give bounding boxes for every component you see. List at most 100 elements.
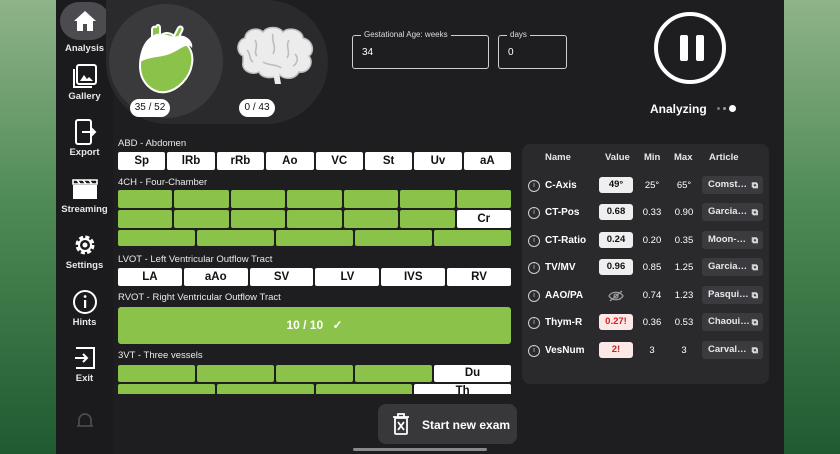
- article-button[interactable]: Moon-… ⧉: [702, 231, 763, 249]
- nav-gallery[interactable]: Gallery: [56, 63, 113, 102]
- analyzing-indicator: [717, 104, 739, 112]
- row-name: TV/MV: [545, 262, 576, 273]
- tvt-cell-th[interactable]: Th: [414, 384, 511, 394]
- nav-analysis[interactable]: Analysis: [56, 2, 113, 54]
- fourch-cell[interactable]: [400, 190, 455, 208]
- row-max: 0.53: [674, 317, 694, 328]
- tvt-cell-du[interactable]: Du: [434, 365, 511, 382]
- row-value-flagged: 2!: [599, 342, 633, 358]
- info-icon[interactable]: i: [528, 180, 540, 192]
- abd-tag[interactable]: lRb: [167, 152, 215, 170]
- tvt-cell[interactable]: [216, 384, 314, 394]
- rvot-progress: 10 / 10: [286, 318, 324, 332]
- nav-analysis-label: Analysis: [64, 43, 105, 54]
- fourch-cell[interactable]: [118, 230, 195, 246]
- measurement-table: Name Value Min Max Article i C-Axis 49° …: [522, 144, 769, 384]
- lvot-tag[interactable]: RV: [447, 268, 511, 286]
- nav-hints-label: Hints: [72, 317, 97, 328]
- article-button[interactable]: Chaoui… ⧉: [702, 313, 763, 331]
- info-icon[interactable]: i: [528, 262, 540, 274]
- brain-count: 0 / 43: [239, 99, 275, 117]
- abd-tag[interactable]: Sp: [118, 152, 166, 170]
- pause-button[interactable]: [654, 12, 726, 84]
- abd-tag[interactable]: St: [364, 152, 413, 170]
- fourch-cell[interactable]: [287, 210, 342, 228]
- tvt-cell[interactable]: [276, 365, 353, 382]
- nav-settings[interactable]: Settings: [56, 232, 113, 271]
- row-name: C-Axis: [545, 180, 577, 191]
- fourch-cell[interactable]: [197, 230, 274, 246]
- gestational-days-field[interactable]: days 0: [498, 30, 567, 69]
- article-button[interactable]: Comst… ⧉: [702, 176, 763, 194]
- row-max: 0.90: [674, 207, 694, 218]
- row-name: Thym-R: [545, 317, 583, 328]
- article-label: Garcia…: [708, 261, 748, 272]
- exit-icon: [72, 345, 98, 371]
- brain-icon[interactable]: [233, 26, 315, 89]
- external-link-icon: ⧉: [751, 317, 758, 327]
- rvot-title: RVOT - Right Ventricular Outflow Tract: [118, 292, 281, 303]
- fourch-cell[interactable]: [343, 190, 399, 208]
- nav-exit[interactable]: Exit: [56, 345, 113, 384]
- gestational-days-label: days: [507, 30, 530, 39]
- article-button[interactable]: Garcia… ⧉: [702, 203, 763, 221]
- lvot-tag[interactable]: aAo: [183, 268, 248, 286]
- fourch-cell[interactable]: [230, 190, 286, 208]
- streaming-icon: [71, 176, 98, 202]
- info-icon[interactable]: i: [528, 317, 540, 329]
- article-button[interactable]: Carval… ⧉: [702, 341, 763, 359]
- abd-tag[interactable]: Ao: [266, 152, 314, 170]
- nav-exit-label: Exit: [75, 373, 94, 384]
- info-icon[interactable]: i: [528, 235, 540, 247]
- abd-tag[interactable]: aA: [463, 152, 511, 170]
- fourch-cell[interactable]: [343, 210, 399, 228]
- tvt-cell[interactable]: [118, 365, 195, 382]
- start-new-exam-label: Start new exam: [422, 418, 511, 432]
- nav-export[interactable]: Export: [56, 119, 113, 158]
- fourch-cell[interactable]: [456, 190, 511, 208]
- start-new-exam-button[interactable]: Start new exam: [378, 404, 517, 444]
- fourch-cell[interactable]: [276, 230, 353, 246]
- info-icon[interactable]: i: [528, 207, 540, 219]
- fourch-cell[interactable]: [434, 230, 511, 246]
- fourch-cell[interactable]: [174, 190, 229, 208]
- abd-tag[interactable]: VC: [315, 152, 363, 170]
- nav-hints[interactable]: Hints: [56, 289, 113, 328]
- fourch-cell[interactable]: [287, 190, 342, 208]
- tvt-cell[interactable]: [355, 365, 432, 382]
- fourch-grid: Cr: [118, 190, 511, 228]
- tvt-cell[interactable]: [118, 384, 215, 394]
- fourch-cell-cr[interactable]: Cr: [456, 210, 511, 228]
- abd-tag[interactable]: rRb: [216, 152, 265, 170]
- info-icon[interactable]: i: [528, 290, 540, 302]
- abd-tag[interactable]: Uv: [414, 152, 462, 170]
- row-min: 0.85: [642, 262, 662, 273]
- row-min: 3: [649, 345, 655, 356]
- lvot-tag[interactable]: LA: [118, 268, 182, 286]
- tvt-cell[interactable]: [197, 365, 274, 382]
- lvot-tag[interactable]: SV: [249, 268, 314, 286]
- gestational-weeks-field[interactable]: Gestational Age: weeks 34: [352, 30, 489, 69]
- visibility-off-icon[interactable]: [608, 289, 624, 307]
- row-value: 0.96: [599, 259, 633, 275]
- nav-streaming[interactable]: Streaming: [56, 176, 113, 215]
- fourch-cell[interactable]: [230, 210, 286, 228]
- fourch-cell[interactable]: [400, 210, 455, 228]
- col-name: Name: [545, 152, 571, 163]
- nav-bell[interactable]: [56, 408, 113, 436]
- lvot-tag[interactable]: IVS: [381, 268, 446, 286]
- row-max: 0.35: [674, 235, 694, 246]
- article-button[interactable]: Pasqui… ⧉: [702, 286, 763, 304]
- external-link-icon: ⧉: [751, 262, 758, 272]
- rvot-progress-bar[interactable]: 10 / 10 ✓: [118, 307, 511, 344]
- lvot-tag[interactable]: LV: [315, 268, 380, 286]
- analyzing-label: Analyzing: [650, 102, 707, 116]
- fourch-cell[interactable]: [118, 190, 173, 208]
- fourch-cell[interactable]: [174, 210, 229, 228]
- app-window: Analysis Gallery Export Streaming Settin…: [56, 0, 784, 454]
- fourch-cell[interactable]: [355, 230, 432, 246]
- info-icon[interactable]: i: [528, 345, 540, 357]
- fourch-cell[interactable]: [118, 210, 173, 228]
- tvt-cell[interactable]: [315, 384, 413, 394]
- article-button[interactable]: Garcia… ⧉: [702, 258, 763, 276]
